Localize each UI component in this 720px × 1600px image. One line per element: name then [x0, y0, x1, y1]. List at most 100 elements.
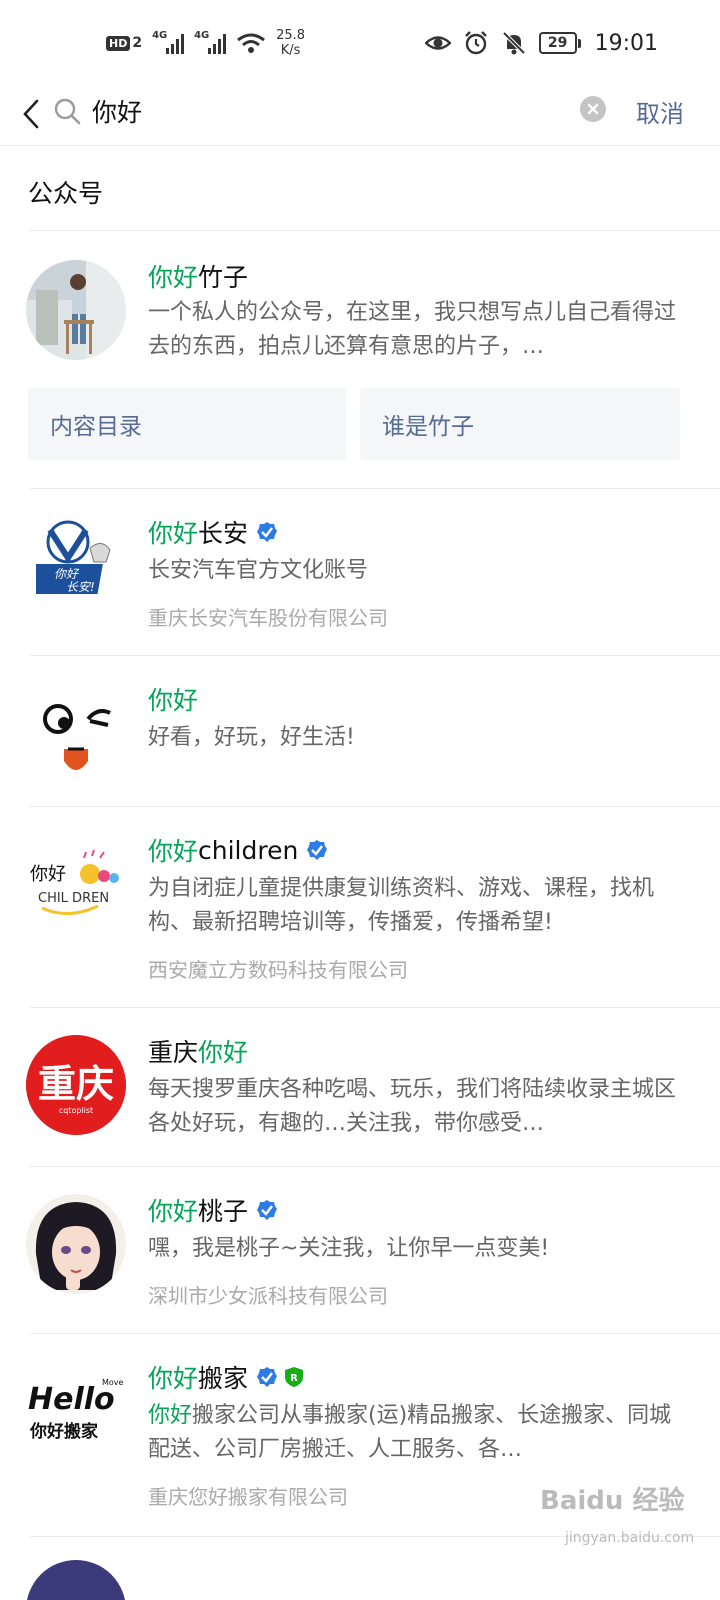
search-input[interactable] [92, 94, 552, 128]
result-title: 你好 竹子 [148, 258, 248, 294]
battery-level: 29 [538, 32, 577, 54]
back-button[interactable] [16, 94, 46, 134]
status-bar: HD 2 4G 4G 25.8 K/s 29 19:01 [0, 0, 720, 88]
result-description: 你好搬家公司从事搬家(运)精品搬家、长途搬家、同城配送、公司厂房搬迁、人工服务、… [148, 1399, 678, 1467]
battery-icon: 29 [538, 32, 581, 54]
alarm-icon [464, 31, 487, 55]
divider [30, 655, 720, 656]
divider [30, 1333, 720, 1334]
title-highlight: 你好 [148, 519, 199, 548]
avatar [36, 679, 120, 779]
result-owner: 重庆长安汽车股份有限公司 [148, 606, 388, 630]
avatar [26, 1560, 126, 1600]
verified-icon [257, 1200, 278, 1220]
title-rest: 搬家 [198, 1364, 249, 1393]
title-highlight: 你好 [198, 1038, 249, 1067]
result-item-taozi[interactable]: 你好 桃子 嘿，我是桃子~关注我，让你早一点变美! 深圳市少女派科技有限公司 [0, 1168, 720, 1332]
desc-rest: 搬家公司从事搬家(运)精品搬家、长途搬家、同城配送、公司厂房搬迁、人工服务、各… [148, 1403, 672, 1462]
avatar [26, 1194, 126, 1294]
result-title: 你好 桃子 [148, 1192, 278, 1228]
result-description: 为自闭症儿童提供康复训练资料、游戏、课程，找机构、最新招聘培训等，传播爱，传播希… [148, 876, 655, 935]
result-title: 你好 children [148, 832, 328, 868]
avatar-text-top: 你好 [54, 567, 80, 581]
result-description: 一个私人的公众号，在这里，我只想写点儿自己看得过去的东西，拍点儿还算有意思的片子… [148, 300, 677, 359]
eye-icon [424, 36, 451, 50]
avatar: 你好 长安! [36, 512, 120, 612]
hd-label: HD [106, 35, 131, 51]
divider [30, 230, 720, 231]
result-item-zhuzi[interactable]: 你好 竹子 一个私人的公众号，在这里，我只想写点儿自己看得过去的东西，拍点儿还算有… [0, 232, 720, 488]
desc-highlight: 你好 [148, 1403, 193, 1428]
network-speed-value: 25.8 [276, 28, 306, 43]
avatar [26, 260, 126, 360]
result-description: 每天搜罗重庆各种吃喝、玩乐，我们将陆续收录主城区各处好玩，有趣的…关注我，带你感… [148, 1077, 677, 1136]
result-item-changan[interactable]: 你好 长安! 你好 长安 长安汽车官方文化账号 重庆长安汽车股份有限公司 [0, 490, 720, 654]
avatar-text-top: 你好 [30, 864, 66, 885]
result-item-chongqing[interactable]: 重庆 cqtoplist 重庆 你好 每天搜罗重庆各种吃喝、玩乐，我们将陆续收录主… [0, 1009, 720, 1165]
result-title: 你好 [148, 681, 198, 717]
result-owner: 深圳市少女派科技有限公司 [148, 1284, 388, 1308]
sim2-tag: 4G [194, 30, 210, 41]
result-description: 长安汽车官方文化账号 [148, 558, 369, 583]
menu-button-contents[interactable]: 内容目录 [28, 388, 346, 460]
network-speed-unit: K/s [280, 43, 301, 58]
result-item-nihao[interactable]: 你好 好看，好玩，好生活! [0, 657, 720, 805]
result-title: 重庆 你好 [148, 1033, 248, 1069]
divider [30, 806, 720, 807]
verified-icon [257, 522, 278, 542]
clear-search-button[interactable] [580, 96, 606, 122]
registered-shield-icon: R [285, 1367, 304, 1387]
title-highlight: 你好 [148, 686, 199, 715]
title-highlight: 你好 [148, 837, 199, 866]
title-rest: 桃子 [198, 1197, 249, 1226]
clock: 19:01 [594, 30, 658, 56]
avatar-text-bottom: 你好搬家 [29, 1421, 98, 1442]
avatar: 你好 CHIL DREN [28, 842, 124, 922]
result-item-children[interactable]: 你好 CHIL DREN 你好 children 为自闭症儿童提供康复训练资料、游… [0, 808, 720, 1006]
title-highlight: 你好 [148, 1197, 199, 1226]
result-title: 你好 搬家 R [148, 1359, 304, 1395]
title-rest: 长安 [198, 519, 249, 548]
signal-icon-sim1: 4G [152, 30, 185, 54]
avatar-text-bottom: 长安! [66, 580, 95, 594]
avatar-text: 重庆 [38, 1062, 114, 1106]
title-rest: children [198, 835, 299, 865]
result-owner: 重庆您好搬家有限公司 [148, 1485, 348, 1509]
avatar-text-top: Hello [28, 1382, 115, 1417]
close-icon [587, 103, 599, 115]
svg-text:R: R [290, 1373, 298, 1384]
result-title: 你好 长安 [148, 514, 278, 550]
result-description: 好看，好玩，好生活! [148, 725, 355, 750]
title-highlight: 你好 [148, 1364, 199, 1393]
avatar: 重庆 cqtoplist [26, 1035, 126, 1135]
result-description: 嘿，我是桃子~关注我，让你早一点变美! [148, 1236, 550, 1261]
search-icon [54, 98, 81, 125]
network-speed: 25.8 K/s [276, 28, 305, 58]
watermark-url: jingyan.baidu.com [565, 1530, 695, 1546]
title-rest: 竹子 [198, 263, 249, 292]
wifi-icon [237, 33, 266, 53]
sim1-tag: 4G [152, 30, 168, 41]
title-highlight: 你好 [148, 263, 199, 292]
verified-icon [257, 1367, 278, 1387]
hd-number: 2 [132, 35, 143, 51]
divider [30, 488, 720, 489]
result-owner: 西安魔立方数码科技有限公司 [148, 958, 408, 982]
watermark: Baidu 经验 [540, 1486, 685, 1516]
cancel-button[interactable]: 取消 [636, 94, 684, 130]
divider [30, 1166, 720, 1167]
avatar: Hello Move 你好搬家 [26, 1369, 126, 1449]
signal-icon-sim2: 4G [194, 30, 227, 54]
avatar-text-move: Move [102, 1378, 124, 1387]
avatar-text-bottom: CHIL DREN [38, 891, 109, 906]
divider [30, 1007, 720, 1008]
chevron-left-icon [23, 99, 39, 129]
result-item-partial[interactable] [0, 1538, 720, 1600]
search-bar: 取消 [0, 88, 720, 146]
hd-voice-indicator: HD 2 [106, 35, 142, 51]
avatar-subtext: cqtoplist [59, 1106, 93, 1115]
section-title: 公众号 [28, 179, 104, 208]
title-prefix: 重庆 [148, 1038, 199, 1067]
menu-button-about[interactable]: 谁是竹子 [360, 388, 680, 460]
verified-icon [307, 840, 328, 860]
